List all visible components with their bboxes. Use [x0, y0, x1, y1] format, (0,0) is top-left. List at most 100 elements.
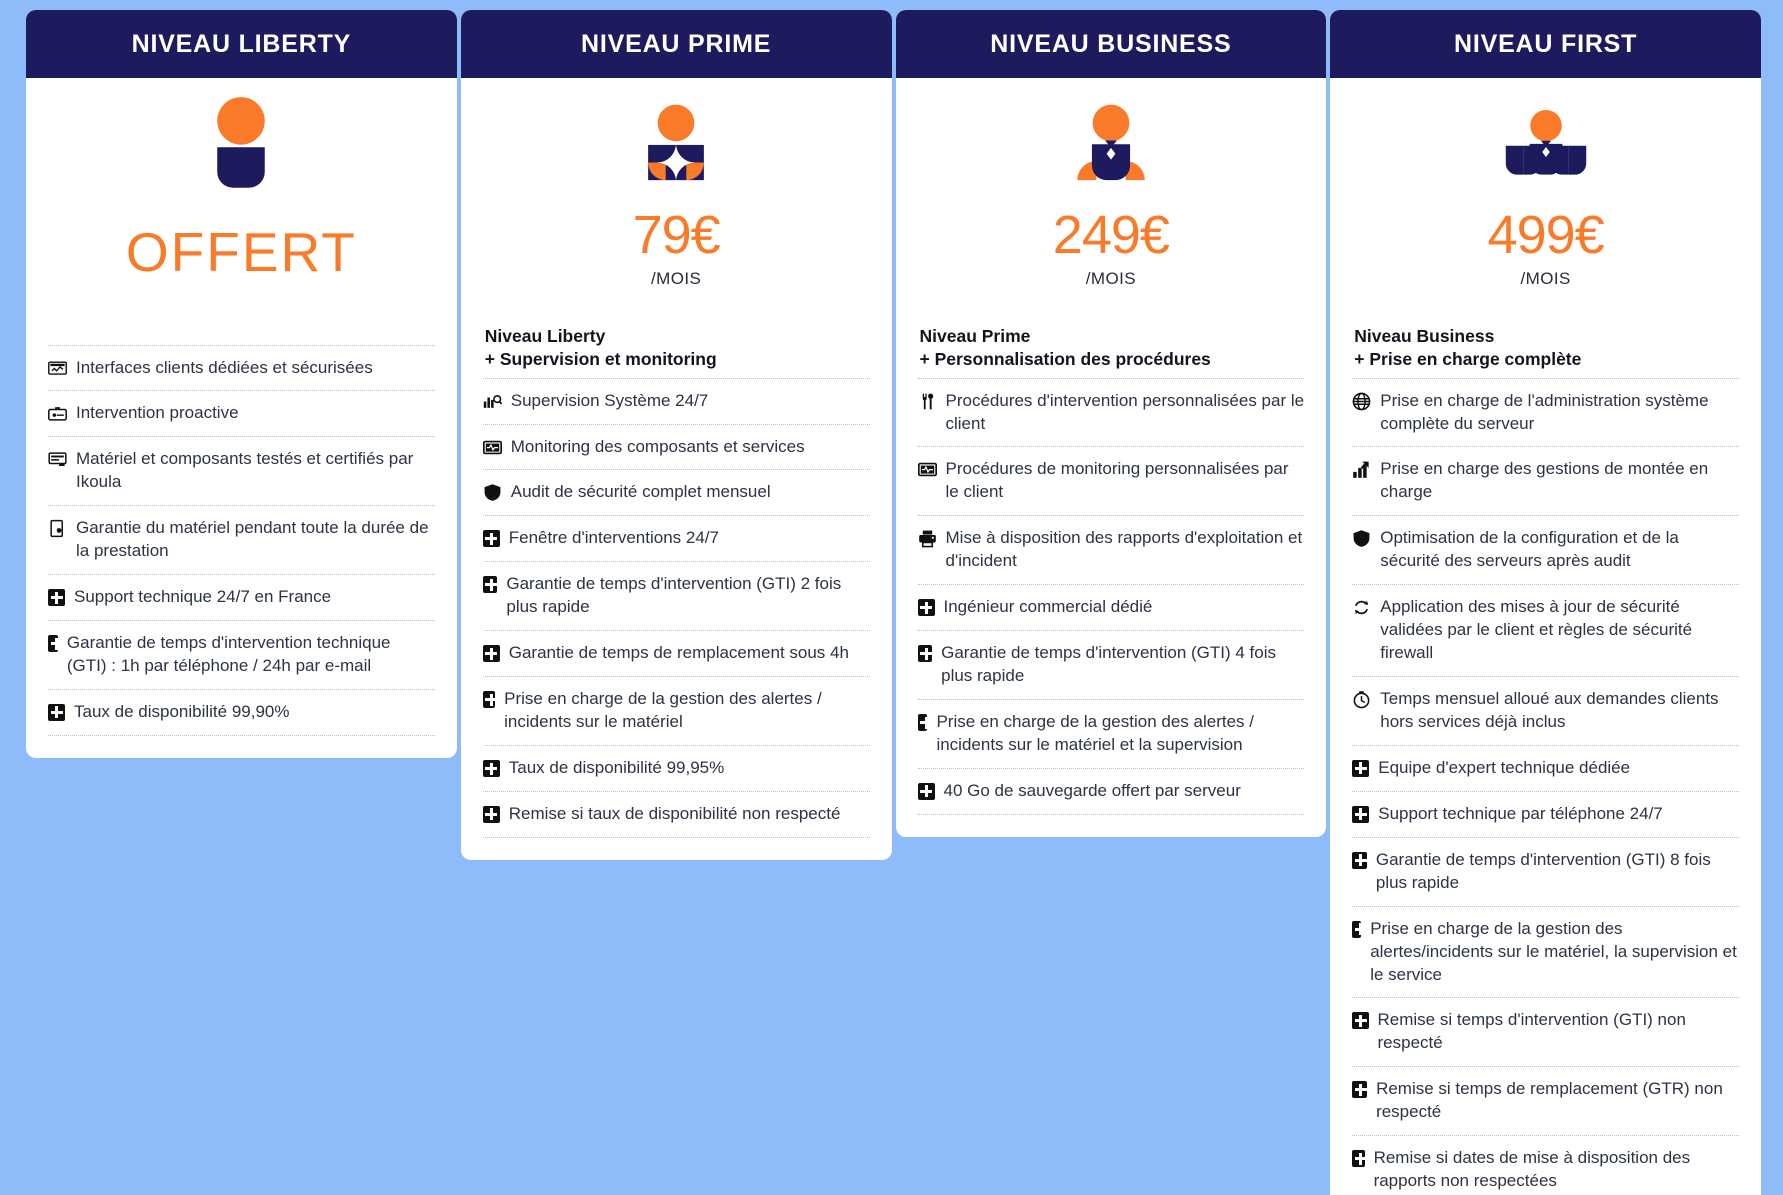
feature-item: Prise en charge de l'administration syst… — [1352, 377, 1739, 447]
feature-label: Monitoring des composants et services — [510, 436, 805, 456]
stopwatch-icon — [1352, 690, 1371, 709]
plan-includes-base-first: Niveau Business — [1354, 326, 1495, 347]
feature-item: Garantie de temps de remplacement sous 4… — [482, 630, 870, 676]
plan-card-first: NIVEAU FIRST 499€ /MOIS Niveau Business + P… — [1330, 10, 1761, 1195]
plus-icon — [1352, 1081, 1368, 1099]
feature-list-business: Procédures d'intervention personnalisées… — [917, 377, 1305, 815]
plus-icon — [48, 589, 65, 607]
bar-chart-up-icon — [1352, 460, 1371, 479]
plan-includes-extra-business: + Personnalisation des procédures — [919, 349, 1211, 370]
plan-card-prime: NIVEAU PRIME 79€ /MOIS Niveau Liberty + Sup… — [460, 10, 892, 860]
shield-icon — [483, 483, 502, 502]
feature-label: Support technique 24/7 en France — [74, 587, 332, 607]
feature-item: Fenêtre d'interventions 24/7 — [482, 515, 870, 561]
feature-label: Mise à disposition des rapports d'exploi… — [945, 528, 1303, 571]
feature-item: Optimisation de la configuration et de l… — [1352, 515, 1739, 584]
plus-icon — [482, 805, 500, 823]
feature-item: Remise si temps de remplacement (GTR) no… — [1352, 1066, 1739, 1135]
feature-label: Fenêtre d'interventions 24/7 — [508, 528, 719, 548]
plan-includes-extra-first: + Prise en charge complète — [1354, 349, 1582, 370]
feature-label: Procédures de monitoring personnalisées … — [945, 459, 1289, 502]
feature-label: Equipe d'expert technique dédiée — [1378, 757, 1631, 777]
feature-label: Procédures d'intervention personnalisées… — [945, 390, 1305, 433]
plan-includes-base-prime: Niveau Liberty — [484, 326, 606, 347]
plus-icon — [48, 635, 63, 653]
feature-label: Garantie de temps d'intervention (GTI) 8… — [1375, 849, 1711, 892]
plus-icon — [1352, 920, 1367, 938]
shield-icon — [1352, 529, 1371, 548]
feature-item: Procédures de monitoring personnalisées … — [917, 446, 1305, 515]
feature-item: Remise si dates de mise à disposition de… — [1352, 1135, 1739, 1195]
person-avatar-trio-icon — [1502, 96, 1590, 188]
printer-icon — [918, 529, 937, 548]
feature-label: Optimisation de la configuration et de l… — [1380, 528, 1679, 571]
plan-price-liberty: OFFERT — [125, 221, 357, 283]
person-avatar-duo-icon — [1067, 96, 1155, 188]
plus-icon — [482, 530, 500, 548]
plan-period-business: /MOIS — [1085, 269, 1136, 289]
plan-price-first: 499€ — [1487, 205, 1605, 265]
feature-item: Prise en charge de la gestion des alerte… — [1352, 905, 1739, 998]
plus-icon — [482, 691, 498, 709]
monitor-pulse-icon — [482, 438, 502, 457]
feature-item: Mise à disposition des rapports d'exploi… — [917, 515, 1305, 584]
feature-item: Ingénieur commercial dédié — [917, 584, 1305, 630]
feature-label: Interfaces clients dédiées et sécurisées — [76, 357, 373, 377]
feature-item: Garantie de temps d'intervention (GTI) 8… — [1352, 836, 1739, 906]
feature-label: Remise si temps d'intervention (GTI) non… — [1377, 1010, 1686, 1053]
feature-label: Garantie de temps d'intervention techniq… — [66, 633, 391, 675]
toolbox-icon — [48, 404, 67, 423]
plan-period-first: /MOIS — [1520, 269, 1571, 289]
analytics-search-icon — [483, 392, 502, 411]
feature-label: Prise en charge de l'administration syst… — [1380, 390, 1709, 433]
feature-label: Garantie de temps de remplacement sous 4… — [508, 643, 849, 663]
feature-label: Support technique par téléphone 24/7 — [1378, 803, 1663, 823]
feature-item: Interfaces clients dédiées et sécurisées — [48, 344, 435, 391]
feature-item: Remise si temps d'intervention (GTI) non… — [1352, 997, 1739, 1066]
plus-icon — [1352, 1012, 1369, 1030]
plan-includes-business: Niveau Prime + Personnalisation des procé… — [920, 325, 1305, 371]
feature-label: Remise si temps de remplacement (GTR) no… — [1376, 1079, 1723, 1122]
feature-item: Support technique 24/7 en France — [48, 574, 435, 620]
feature-item: Taux de disponibilité 99,90% — [48, 688, 435, 736]
plus-icon — [1352, 1150, 1368, 1168]
feature-label: Garantie de temps d'intervention (GTI) 2… — [506, 574, 842, 617]
feature-label: Prise en charge des gestions de montée e… — [1380, 459, 1709, 502]
feature-item: Garantie du matériel pendant toute la du… — [48, 505, 435, 574]
feature-item: Equipe d'expert technique dédiée — [1352, 744, 1739, 791]
feature-list-first: Prise en charge de l'administration syst… — [1352, 377, 1739, 1195]
feature-item: Prise en charge de la gestion des alerte… — [917, 699, 1305, 768]
feature-label: Garantie du matériel pendant toute la du… — [76, 518, 429, 561]
feature-item: Garantie de temps d'intervention techniq… — [48, 620, 435, 689]
feature-label: Garantie de temps d'intervention (GTI) 4… — [941, 643, 1277, 686]
feature-item: Garantie de temps d'intervention (GTI) 4… — [917, 630, 1305, 699]
feature-item: Monitoring des composants et services — [482, 423, 870, 470]
feature-label: Prise en charge de la gestion des alerte… — [936, 712, 1254, 754]
plan-title-prime: NIVEAU PRIME — [460, 10, 892, 78]
feature-item: Support technique par téléphone 24/7 — [1352, 790, 1739, 837]
feature-label: Taux de disponibilité 99,95% — [508, 758, 725, 778]
plus-icon — [1352, 805, 1370, 823]
plan-price-business: 249€ — [1052, 205, 1170, 265]
feature-item: Application des mises à jour de sécurité… — [1352, 584, 1739, 676]
person-avatar-star-icon — [632, 96, 720, 188]
feature-label: Temps mensuel alloué aux demandes client… — [1380, 689, 1719, 731]
plus-icon — [482, 760, 500, 778]
plan-body-first: 499€ /MOIS Niveau Business + Prise en charg… — [1330, 78, 1761, 1195]
feature-label: Audit de sécurité complet mensuel — [510, 482, 771, 502]
feature-item: Taux de disponibilité 99,95% — [482, 745, 870, 791]
refresh-icon — [1352, 598, 1371, 617]
plan-card-liberty: NIVEAU LIBERTY OFFERT Interfaces clients … — [26, 10, 457, 758]
plus-icon — [917, 782, 935, 800]
plus-icon — [917, 599, 935, 617]
feature-label: Supervision Système 24/7 — [510, 390, 709, 410]
plus-icon — [482, 645, 500, 663]
plan-body-prime: 79€ /MOIS Niveau Liberty + Supervision et m… — [461, 78, 892, 860]
plus-icon — [917, 714, 932, 732]
plan-body-business: 249€ /MOIS Niveau Prime + Personnalisation … — [896, 78, 1327, 837]
feature-list-liberty: Interfaces clients dédiées et sécurisées… — [48, 344, 435, 736]
feature-label: Ingénieur commercial dédié — [943, 597, 1153, 617]
plus-icon — [917, 645, 933, 663]
monitor-pulse-icon — [917, 460, 937, 479]
pricing-plans-container: NIVEAU LIBERTY OFFERT Interfaces clients … — [0, 0, 1783, 1195]
